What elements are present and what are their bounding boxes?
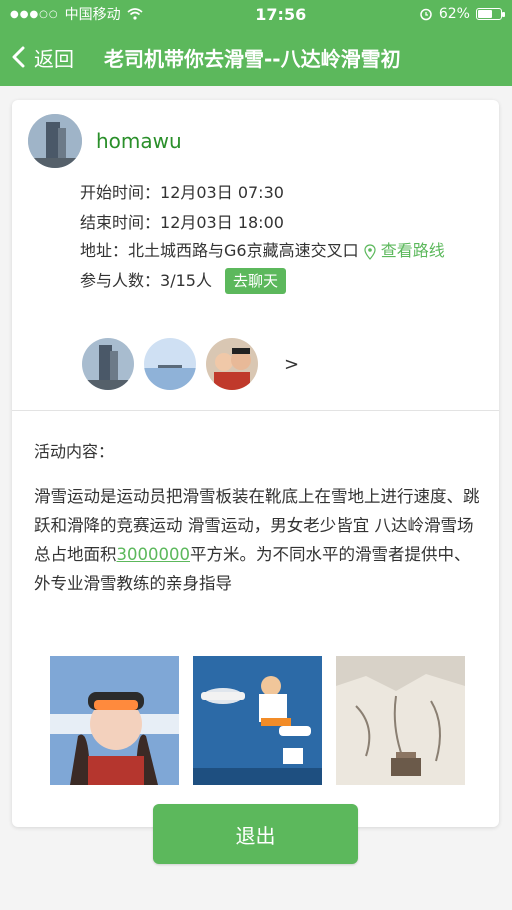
address-row: 地址：北土城西路与G6京藏高速交叉口 查看路线 (80, 238, 480, 264)
gallery-photo[interactable] (50, 656, 179, 785)
back-label: 返回 (34, 46, 74, 71)
participants-row: 参与人数：3/15人 去聊天 (80, 266, 480, 296)
back-button[interactable]: 返回 (10, 43, 74, 72)
gallery-photo-image (50, 656, 179, 785)
page-title: 老司机带你去滑雪--八达岭滑雪初 (104, 46, 401, 71)
end-time-label: 结束时间： (80, 213, 161, 232)
participant-avatar[interactable] (206, 338, 258, 390)
end-time-row: 结束时间：12月03日 18:00 (80, 208, 480, 238)
gallery-photo[interactable] (193, 656, 322, 785)
participants-label: 参与人数： (80, 271, 161, 290)
event-card: homawu 开始时间：12月03日 07:30 结束时间：12月03日 18:… (12, 100, 499, 827)
divider (12, 410, 499, 411)
chevron-left-icon (12, 46, 25, 68)
participant-avatar-image (82, 338, 134, 390)
host-row[interactable]: homawu (28, 114, 182, 168)
start-time-value: 12月03日 07:30 (160, 183, 284, 202)
participant-avatar[interactable] (82, 338, 134, 390)
participant-avatar-image (144, 338, 196, 390)
content-text: 滑雪运动是运动员把滑雪板装在靴底上在雪地上进行速度、跳跃和滑降的竞赛运动 滑雪运… (34, 482, 486, 598)
gallery-photo-image (193, 656, 322, 785)
event-info: 开始时间：12月03日 07:30 结束时间：12月03日 18:00 地址：北… (80, 178, 480, 296)
status-bar: ●●●○○ 中国移动 17:56 62% (0, 0, 512, 28)
battery-percent: 62% (438, 6, 470, 22)
start-time-row: 开始时间：12月03日 07:30 (80, 178, 480, 208)
start-time-label: 开始时间： (80, 183, 161, 202)
gallery-photo-image (336, 656, 465, 785)
status-right: 62% (419, 6, 505, 22)
area-link[interactable]: 3000000 (117, 545, 191, 564)
alarm-icon (420, 8, 432, 21)
host-avatar-image (28, 114, 82, 168)
gallery-photo[interactable] (336, 656, 465, 785)
exit-button[interactable]: 退出 (153, 804, 358, 864)
host-avatar[interactable] (28, 114, 82, 168)
signal-icon: ●●●○○ (10, 8, 59, 20)
end-time-value: 12月03日 18:00 (160, 213, 284, 232)
participants-value: 3/15人 (160, 271, 212, 290)
route-link[interactable]: 查看路线 (381, 241, 445, 260)
chat-button[interactable]: 去聊天 (225, 268, 287, 294)
carrier-label: 中国移动 (64, 7, 121, 23)
nav-bar: 返回 老司机带你去滑雪--八达岭滑雪初 (0, 28, 512, 86)
map-pin-icon (364, 243, 376, 260)
battery-icon (475, 8, 505, 20)
wifi-icon (127, 8, 143, 20)
participant-avatar[interactable] (144, 338, 196, 390)
chevron-right-icon[interactable]: > (284, 354, 299, 375)
content-label: 活动内容： (34, 442, 115, 461)
photo-gallery (50, 656, 465, 785)
status-time: 17:56 (255, 4, 307, 24)
host-name[interactable]: homawu (96, 129, 182, 153)
address-label: 地址： (80, 241, 129, 260)
participant-avatar-image (206, 338, 258, 390)
participant-avatars[interactable]: > (82, 338, 299, 390)
battery-fill (477, 10, 492, 18)
status-left: ●●●○○ 中国移动 (10, 4, 143, 24)
address-value: 北土城西路与G6京藏高速交叉口 (128, 241, 359, 260)
